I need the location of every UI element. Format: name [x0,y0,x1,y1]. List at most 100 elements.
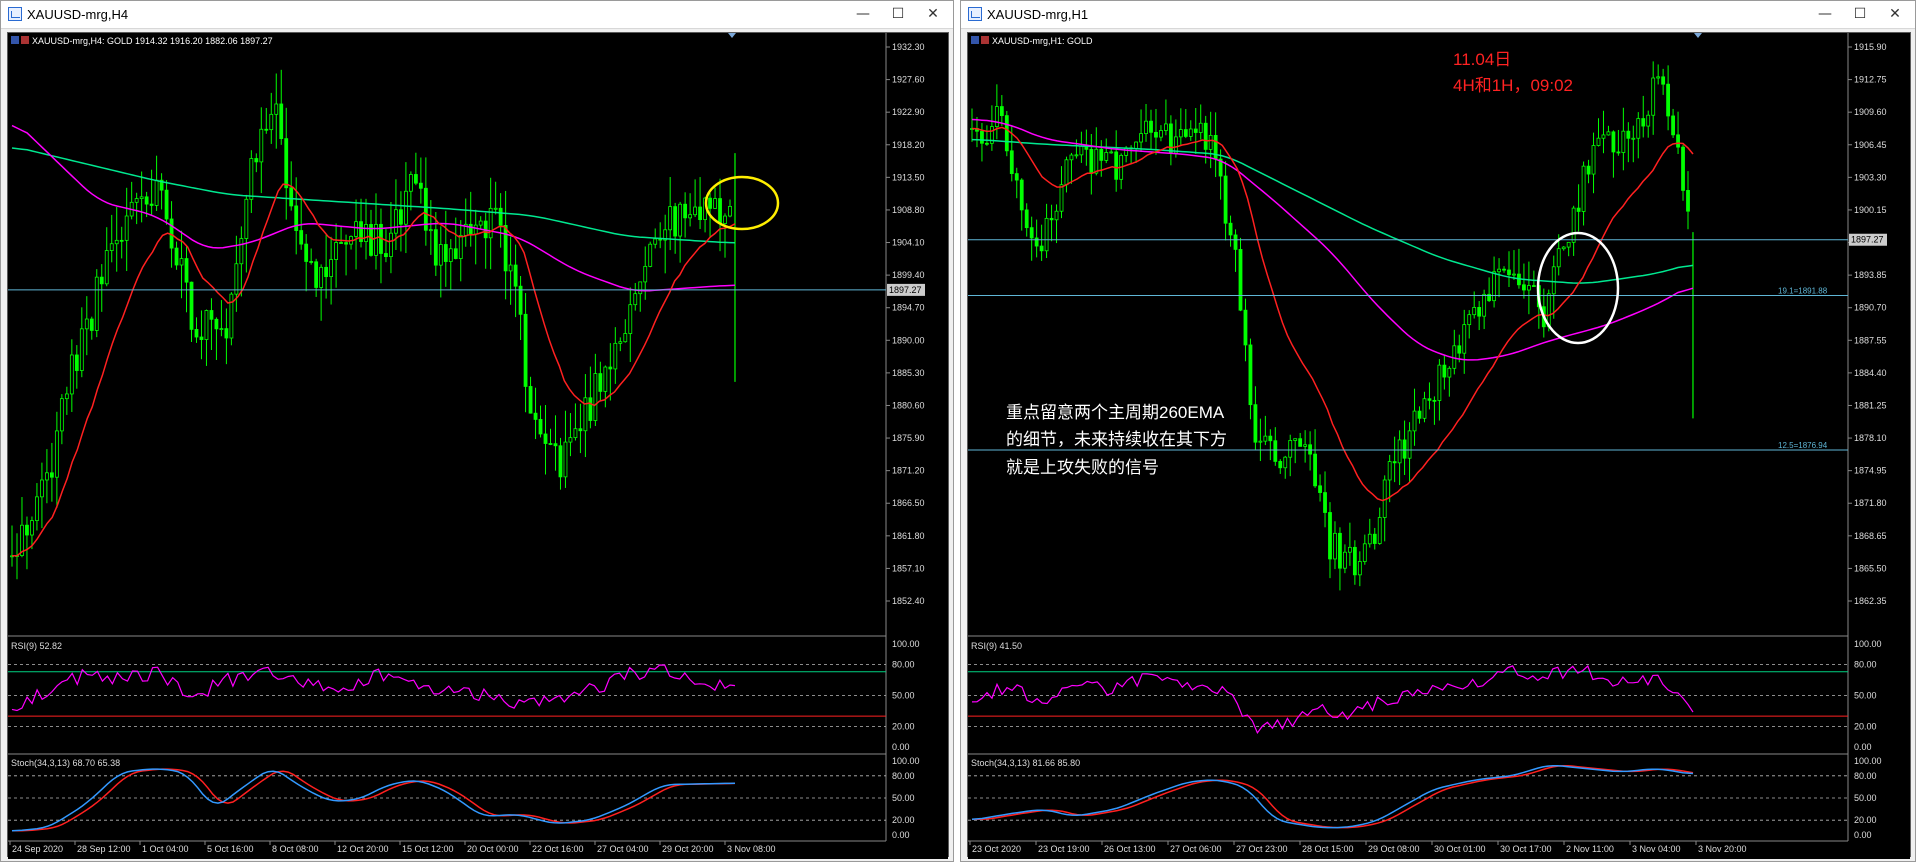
maximize-button[interactable]: ☐ [884,4,912,24]
candle-body [1059,184,1064,212]
price-label: 1862.35 [1854,596,1887,606]
time-label: 30 Oct 17:00 [1500,844,1552,854]
candle-body [189,281,194,330]
candle-body [583,397,588,432]
time-label: 2 Nov 11:00 [1566,844,1614,854]
rsi-scale-label: 100.00 [892,639,920,649]
candle-body [1432,399,1437,402]
price-label: 1874.95 [1854,466,1887,476]
minimize-button[interactable]: — [849,4,877,24]
time-label: 23 Oct 19:00 [1038,844,1090,854]
candle-body [1303,444,1308,447]
chart-annotation: 就是上攻失败的信号 [1006,458,1159,477]
candle-body [1243,309,1248,346]
candle-body [1636,118,1641,139]
candle-body [1258,440,1263,443]
chart-window-h4[interactable]: XAUUSD-mrg,H4 — ☐ ✕ 1932.30 1927.60 1922.9… [0,0,954,862]
time-label: 29 Oct 20:00 [662,844,714,854]
candle-body [1193,128,1198,133]
candle-body [1328,512,1332,560]
candle-body [1512,273,1516,276]
candle-body [1372,533,1377,544]
candle-body [1039,245,1044,252]
candle-body [433,229,438,266]
chart-area[interactable]: 1932.30 1927.60 1922.90 1918.20 1913.50 1908.… [7,32,949,859]
candle-body [1631,137,1636,140]
candle-body [25,524,29,536]
candle-body [1457,345,1462,354]
candle-body [1228,222,1233,236]
candle-body [1586,165,1591,175]
candle-body [633,293,638,306]
candle-body [1134,141,1138,149]
minimize-button[interactable]: — [1811,4,1839,24]
candle-body [543,433,548,444]
candle-body [1094,148,1099,174]
candle-body [1666,83,1671,117]
stoch-scale-label: 80.00 [892,771,915,781]
candle-body [618,341,623,344]
candle-body [1442,364,1447,378]
candle-body [1273,440,1278,462]
title-bar[interactable]: XAUUSD-mrg,H4 — ☐ ✕ [1,1,953,29]
price-label: 1904.10 [892,238,925,248]
candle-body [149,203,154,206]
close-button[interactable]: ✕ [1881,4,1909,24]
chart-canvas[interactable]: 1932.30 1927.60 1922.90 1918.20 1913.50 1908.… [8,33,948,859]
candle-body [613,342,618,370]
candle-body [299,230,304,245]
candle-body [1178,129,1183,138]
candle-body [713,198,717,209]
candle-body [1293,438,1298,441]
candle-body [1472,306,1477,316]
candle-body [279,103,284,140]
stoch-scale-label: 20.00 [892,815,915,825]
candle-body [1114,151,1119,180]
candle-body [254,158,259,163]
candle-body [578,428,583,432]
candle-body [264,128,269,131]
time-label: 15 Oct 12:00 [402,844,454,854]
candle-body [84,318,89,330]
candle-body [1646,114,1651,127]
candle-body [1248,344,1253,406]
candle-body [1049,217,1054,221]
candle-body [498,207,503,226]
candle-body [1477,306,1482,317]
candle-body [443,244,448,262]
price-label: 1927.60 [892,75,925,85]
price-label: 1866.50 [892,498,925,508]
candle-body [1109,151,1114,154]
candle-body [219,328,224,331]
candle-body [1004,115,1009,152]
candle-body [1651,77,1656,116]
candle-body [259,128,264,163]
candle-body [1556,248,1561,268]
stoch-label: Stoch(34,3,13) 81.66 85.80 [971,758,1080,768]
candle-body [144,196,149,205]
candle-body [643,265,648,283]
candle-body [453,248,458,259]
price-label: 1875.90 [892,433,925,443]
time-label: 24 Sep 2020 [12,844,63,854]
candle-body [558,445,563,478]
candle-body [109,243,114,251]
price-label: 1852.40 [892,596,925,606]
stoch-label: Stoch(34,3,13) 68.70 65.38 [11,758,120,768]
price-label: 1918.20 [892,140,925,150]
candle-body [1507,269,1511,276]
chart-window-h1[interactable]: XAUUSD-mrg,H1 — ☐ ✕ 1915.90 1912.75 1909.6… [960,0,1916,862]
maximize-button[interactable]: ☐ [1846,4,1874,24]
price-label: 1880.60 [892,400,925,410]
candle-body [354,221,358,237]
chart-canvas[interactable]: 1915.90 1912.75 1909.60 1906.45 1903.30 1900.… [968,33,1910,859]
price-label: 1922.90 [892,107,925,117]
close-button[interactable]: ✕ [919,4,947,24]
time-label: 30 Oct 01:00 [1434,844,1486,854]
candle-body [648,243,653,267]
candle-body [448,248,453,262]
title-bar[interactable]: XAUUSD-mrg,H1 — ☐ ✕ [961,1,1915,29]
candle-body [314,261,319,288]
chart-area[interactable]: 1915.90 1912.75 1909.60 1906.45 1903.30 1900.… [967,32,1911,859]
candle-body [1064,159,1069,186]
